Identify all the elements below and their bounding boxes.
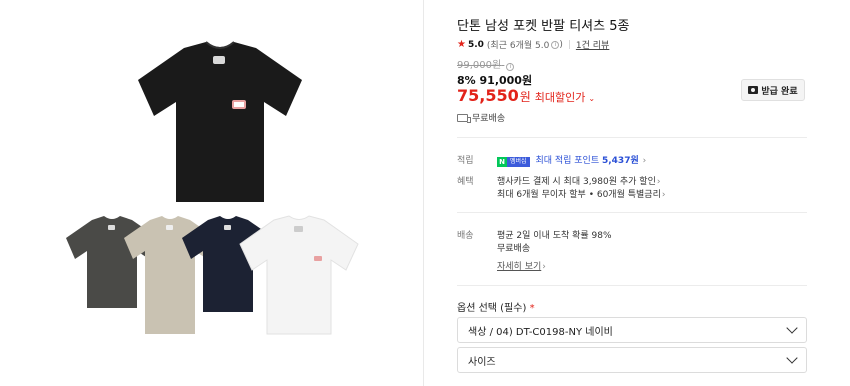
size-select[interactable]: 사이즈 bbox=[457, 347, 807, 373]
chevron-down-icon bbox=[786, 352, 798, 364]
coupon-icon bbox=[748, 86, 759, 94]
product-info-panel: 단톤 남성 포켓 반팔 티셔츠 5종 ★ 5.0 (최근 6개월 5.0 i )… bbox=[457, 0, 807, 386]
points-row[interactable]: N 멤버십 최대 적립 포인트 5,437원 › bbox=[497, 153, 646, 167]
color-select-value: 색상 / 04) DT-C0198-NY 네이비 bbox=[468, 326, 613, 338]
delivery-more-link[interactable]: 자세히 보기› bbox=[497, 259, 546, 272]
product-gallery bbox=[0, 0, 425, 386]
star-icon: ★ bbox=[457, 39, 466, 50]
column-divider bbox=[423, 0, 424, 386]
shipping-text: 무료배송 bbox=[472, 114, 506, 124]
divider bbox=[457, 212, 807, 213]
card-benefit-line2[interactable]: 최대 6개월 무이자 할부 • 60개월 특별금리› bbox=[497, 187, 665, 200]
final-price-unit: 원 bbox=[519, 90, 531, 104]
separator: | bbox=[567, 39, 571, 50]
points-value: 5,437원 bbox=[601, 156, 639, 166]
coupon-button[interactable]: 받급 완료 bbox=[741, 79, 805, 101]
delivery-label: 배송 bbox=[457, 231, 474, 241]
chevron-right-icon: › bbox=[656, 177, 661, 187]
final-price: 75,550 bbox=[457, 86, 519, 105]
required-mark: * bbox=[529, 303, 535, 314]
color-select[interactable]: 색상 / 04) DT-C0198-NY 네이비 bbox=[457, 317, 807, 343]
original-price: 99,000원 bbox=[457, 60, 502, 71]
price-info-icon[interactable]: i bbox=[506, 63, 515, 71]
option-label-text: 옵션 선택 (필수) bbox=[457, 303, 527, 314]
card-benefit-line2-text: 최대 6개월 무이자 할부 • 60개월 특별금리 bbox=[497, 190, 661, 200]
info-icon[interactable]: i bbox=[551, 40, 560, 49]
chevron-right-icon: › bbox=[642, 156, 647, 166]
card-benefit-line1[interactable]: 행사카드 결제 시 최대 3,980원 추가 할인› bbox=[497, 174, 660, 187]
chevron-down-icon bbox=[786, 322, 798, 334]
divider bbox=[457, 285, 807, 286]
rating-detail: (최근 6개월 5.0 bbox=[486, 41, 550, 51]
product-title: 단톤 남성 포켓 반팔 티셔츠 5종 bbox=[457, 19, 630, 34]
points-label: 적립 bbox=[457, 156, 474, 166]
points-text-label: 최대 적립 포인트 bbox=[535, 156, 602, 166]
white-tee-image[interactable] bbox=[236, 214, 362, 336]
option-label: 옵션 선택 (필수) * bbox=[457, 299, 535, 314]
rating-detail-close: ) bbox=[559, 39, 563, 50]
membership-badge-label: 멤버십 bbox=[507, 157, 530, 167]
card-benefit-line1-text: 행사카드 결제 시 최대 3,980원 추가 할인 bbox=[497, 177, 656, 187]
chevron-right-icon: › bbox=[661, 190, 666, 200]
shipping-row: 무료배송 bbox=[457, 111, 505, 124]
card-benefit-label: 혜택 bbox=[457, 177, 474, 187]
delivery-line1: 평균 2일 이내 도착 확률 98% bbox=[497, 231, 612, 241]
rating-row: ★ 5.0 (최근 6개월 5.0 i ) | 1건 리뷰 bbox=[457, 38, 609, 51]
main-product-image-black-tee[interactable] bbox=[132, 38, 308, 206]
max-discount-label: 최대할인가 bbox=[534, 91, 586, 104]
naver-n-icon: N bbox=[497, 157, 507, 167]
chevron-right-icon: › bbox=[542, 262, 546, 272]
rating-score: 5.0 bbox=[467, 39, 484, 50]
points-text: 최대 적립 포인트 5,437원 bbox=[535, 156, 638, 166]
original-price-row: 99,000원 i bbox=[457, 56, 515, 71]
divider bbox=[457, 137, 807, 138]
naver-membership-badge: N 멤버십 bbox=[497, 157, 530, 167]
delivery-more-text: 자세히 보기 bbox=[497, 262, 542, 272]
final-price-row[interactable]: 75,550 원 최대할인가 ⌄ bbox=[457, 86, 595, 105]
coupon-button-label: 받급 완료 bbox=[761, 86, 798, 97]
size-select-value: 사이즈 bbox=[468, 356, 496, 368]
chevron-down-icon: ⌄ bbox=[588, 94, 596, 103]
delivery-line2: 무료배송 bbox=[497, 244, 531, 254]
truck-icon bbox=[457, 113, 471, 123]
review-link[interactable]: 1건 리뷰 bbox=[576, 38, 609, 51]
